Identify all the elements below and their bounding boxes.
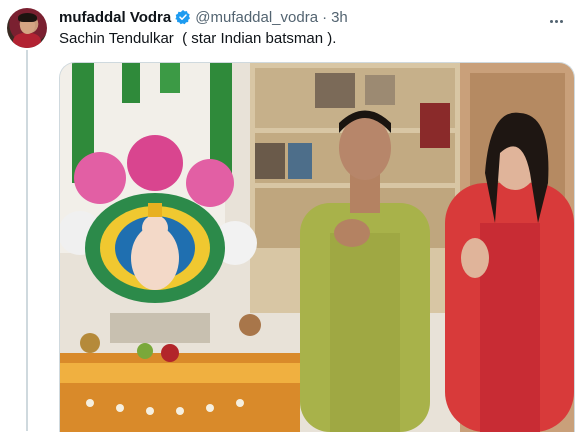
tweet-text: Sachin Tendulkar ( star Indian batsman )… xyxy=(59,30,337,47)
thread-line xyxy=(26,50,28,431)
author-handle[interactable]: @mufaddal_vodra xyxy=(195,9,318,26)
author-avatar[interactable] xyxy=(7,8,47,48)
more-options-icon[interactable] xyxy=(550,10,568,23)
tweet-header: mufaddal Vodra @mufaddal_vodra · 3h xyxy=(59,7,348,27)
separator-dot: · xyxy=(322,8,328,26)
tweet-photo[interactable] xyxy=(59,62,575,432)
tweet-time[interactable]: 3h xyxy=(331,9,348,26)
photo-illustration xyxy=(60,63,574,432)
verified-badge-icon xyxy=(175,10,191,25)
author-name[interactable]: mufaddal Vodra xyxy=(59,9,171,26)
